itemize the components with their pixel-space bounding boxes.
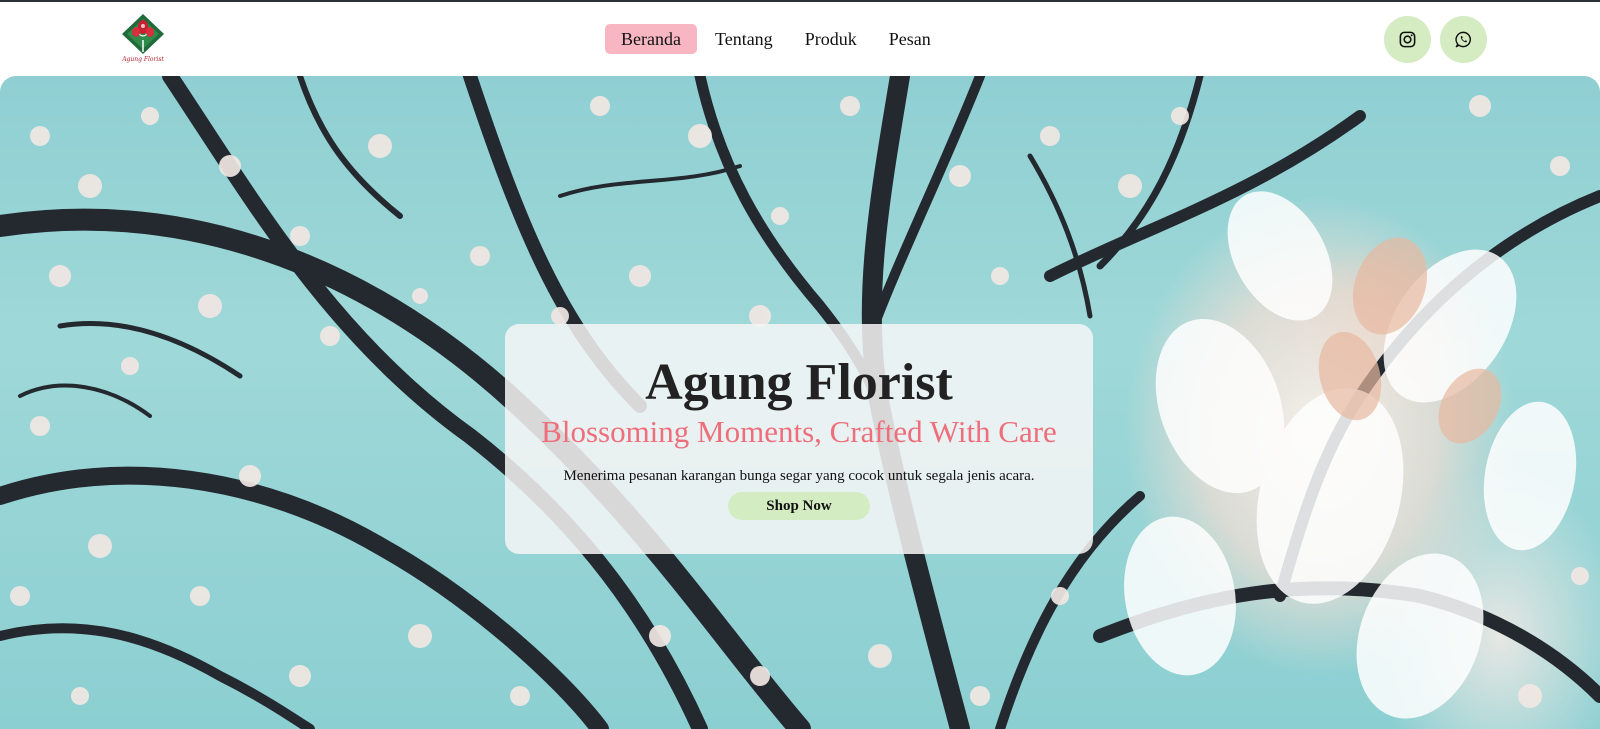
flower-logo-icon [122,14,164,54]
instagram-button[interactable] [1384,16,1431,63]
nav-pesan[interactable]: Pesan [873,24,947,54]
shop-now-button[interactable]: Shop Now [728,492,870,520]
logo[interactable]: Agung Florist [118,12,168,66]
whatsapp-button[interactable] [1440,16,1487,63]
logo-text: Agung Florist [122,56,164,63]
nav-beranda[interactable]: Beranda [605,24,697,54]
hero-title: Agung Florist [645,354,953,411]
navbar: Agung Florist Beranda Tentang Produk Pes… [0,2,1600,76]
main-menu: Beranda Tentang Produk Pesan [605,24,947,54]
whatsapp-icon [1455,31,1472,48]
hero-card: Agung Florist Blossoming Moments, Crafte… [505,324,1093,554]
instagram-icon [1399,31,1416,48]
hero-description: Menerima pesanan karangan bunga segar ya… [563,468,1035,484]
hero-tagline: Blossoming Moments, Crafted With Care [541,414,1057,449]
hero-banner: Agung Florist Blossoming Moments, Crafte… [0,76,1600,729]
nav-produk[interactable]: Produk [789,24,873,54]
nav-tentang[interactable]: Tentang [699,24,789,54]
